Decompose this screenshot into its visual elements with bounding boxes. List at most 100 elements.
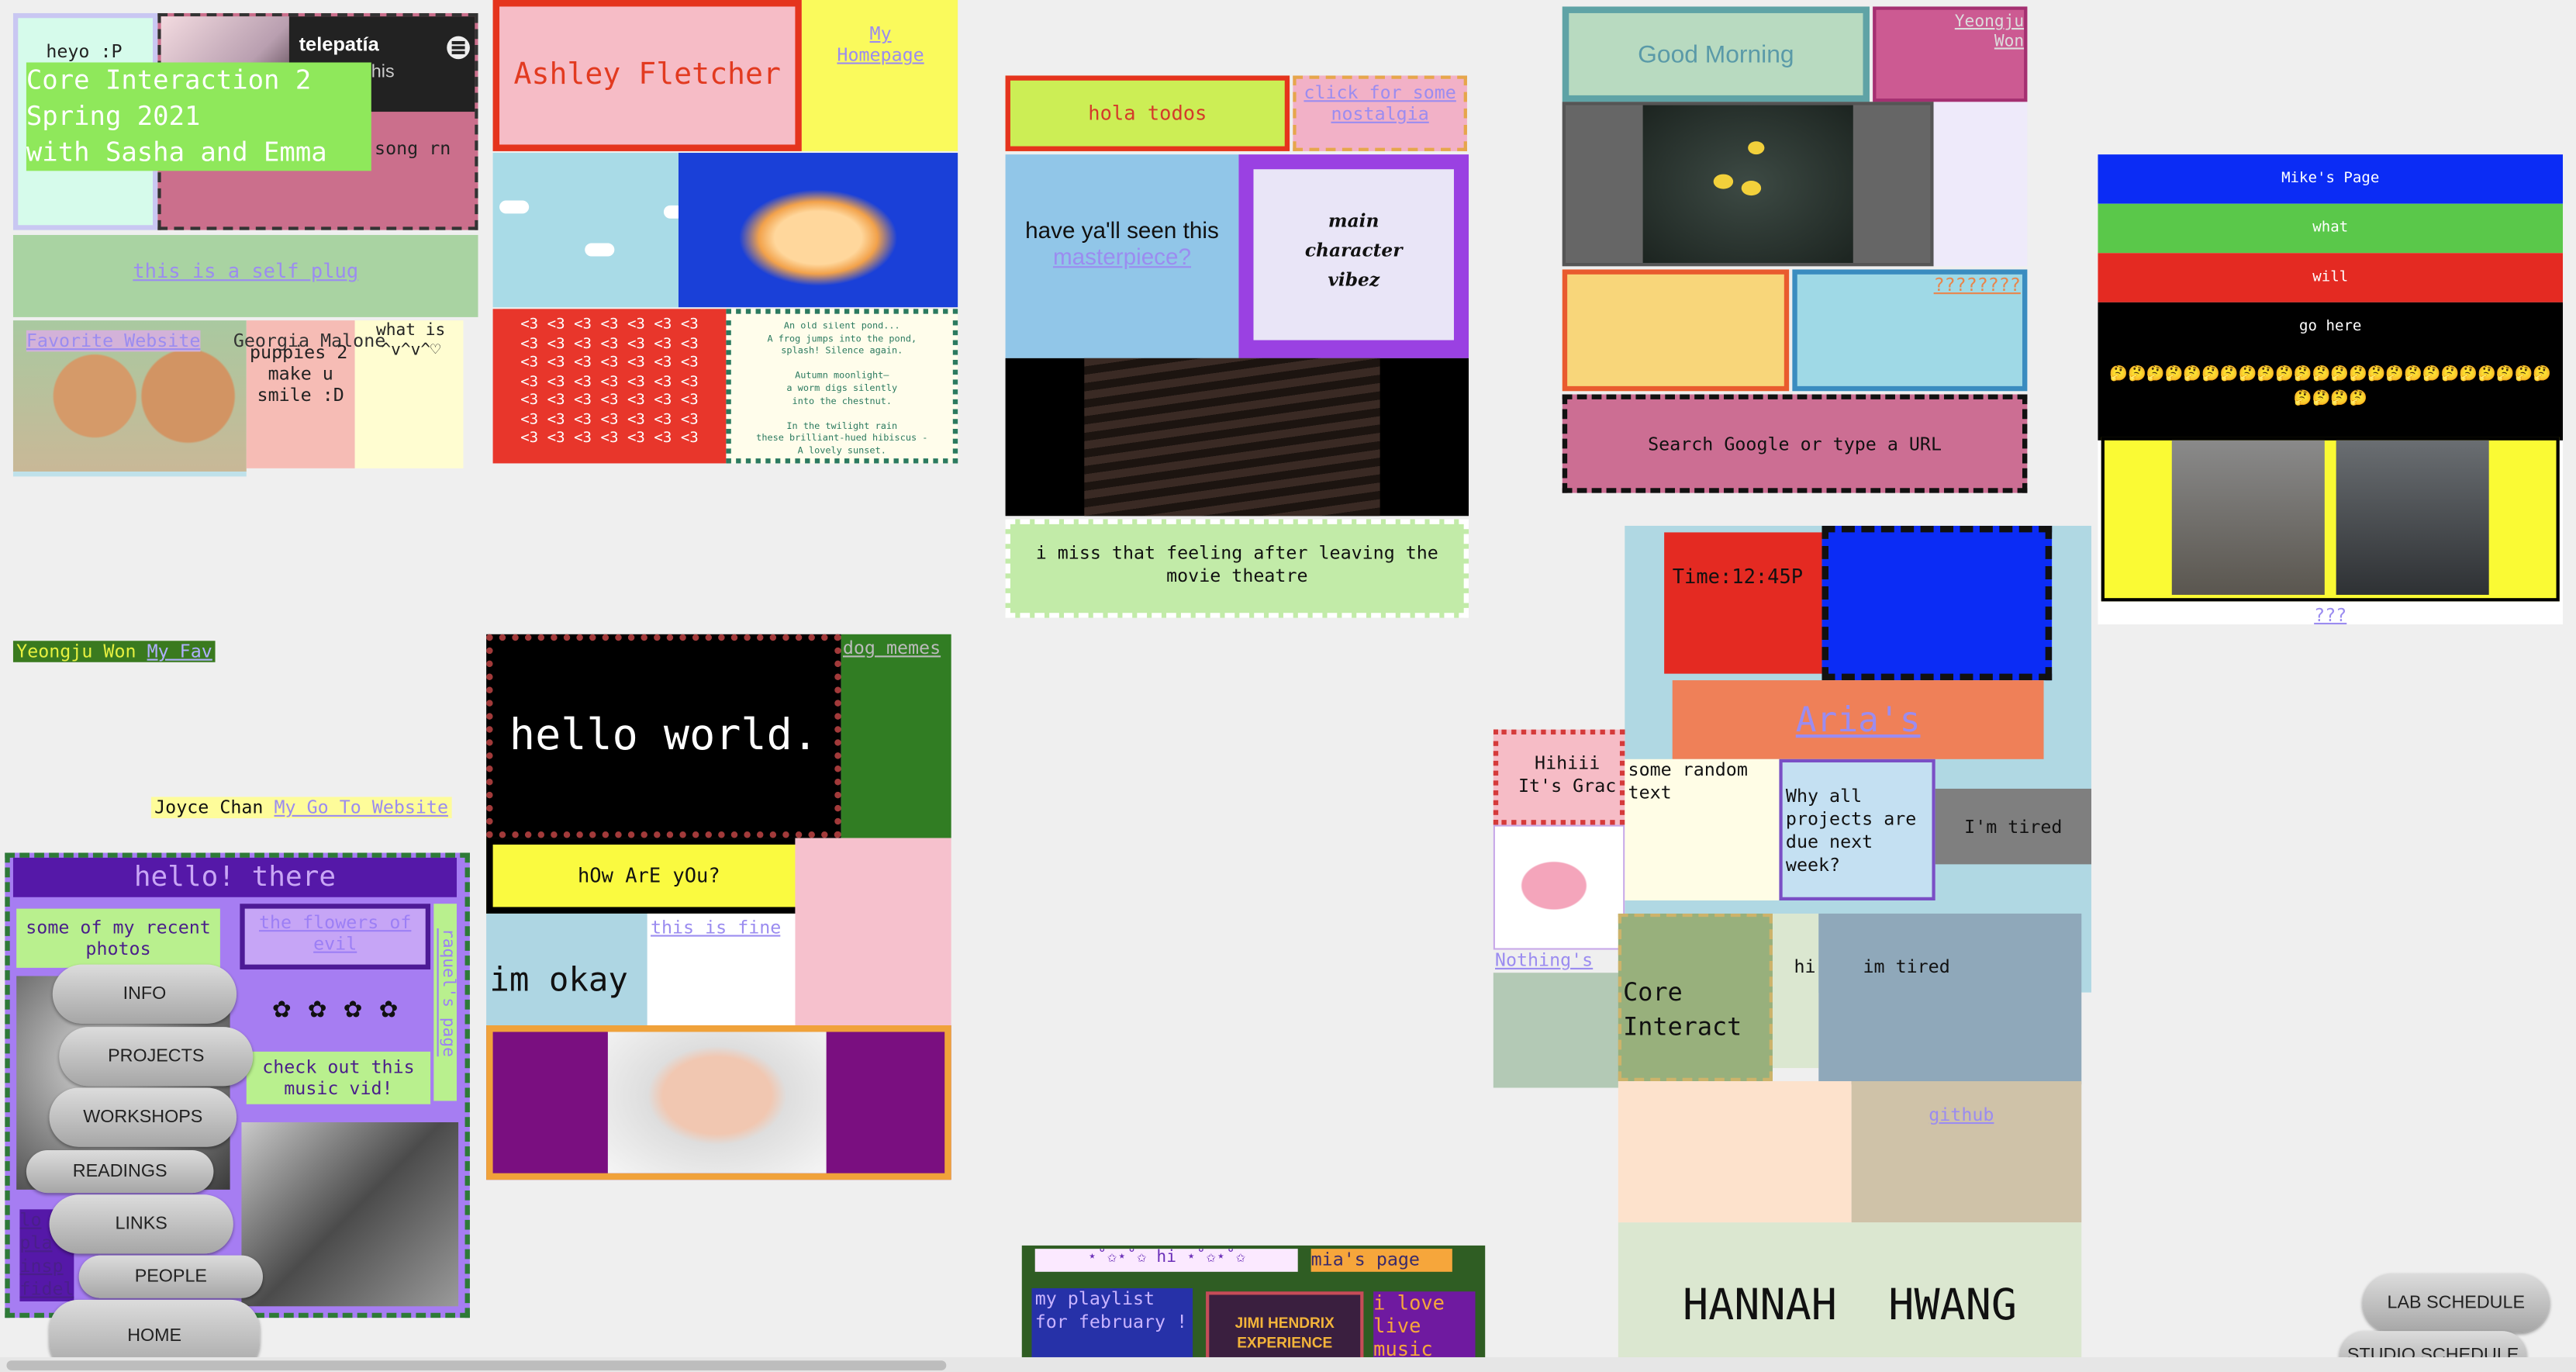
- favorite-website-link[interactable]: Favorite Website: [26, 330, 201, 352]
- seen-label: have ya'll seen this: [1025, 216, 1219, 244]
- nothings-link[interactable]: Nothing's: [1495, 950, 1593, 972]
- hello-world-tile: hello world.: [486, 634, 841, 838]
- homepage-link[interactable]: My Homepage: [821, 23, 940, 66]
- okay-text: im okay: [489, 959, 628, 1000]
- page-canvas: heyo :P telepatía his song rn Core Inter…: [0, 0, 2576, 1372]
- harold-photo: [607, 1032, 827, 1173]
- will-item[interactable]: will: [2098, 253, 2564, 302]
- sky-clouds: [492, 153, 679, 308]
- recent-photos: some of my recent photos: [16, 908, 220, 968]
- duck-icon: [1748, 141, 1765, 155]
- grace-text: Hihiii It's Grac: [1518, 752, 1617, 797]
- hearts-row: <3 <3 <3 <3 <3 <3 <3: [520, 336, 699, 353]
- miss-text: i miss that feeling after leaving the mo…: [1035, 542, 1438, 587]
- monkey-photo: [2171, 440, 2325, 595]
- what-is-text: what is ^v^v^♡: [375, 322, 446, 360]
- hearts-row: <3 <3 <3 <3 <3 <3 <3: [520, 373, 699, 391]
- joyce-name: Joyce Chan: [154, 797, 264, 819]
- spotify-icon[interactable]: [447, 36, 470, 60]
- github-link[interactable]: github: [1929, 1104, 1994, 1126]
- hearts-block: <3 <3 <3 <3 <3 <3 <3 <3 <3 <3 <3 <3 <3 <…: [492, 309, 727, 464]
- mike-page-item[interactable]: Mike's Page: [2098, 154, 2564, 204]
- what-item[interactable]: what: [2098, 203, 2564, 254]
- hearts-row: <3 <3 <3 <3 <3 <3 <3: [520, 392, 699, 410]
- dog-memes-link[interactable]: dog memes: [843, 638, 941, 659]
- monkey-frame: [2101, 437, 2560, 602]
- dog-memes-tile: [841, 634, 951, 838]
- hearts-row: <3 <3 <3 <3 <3 <3 <3: [520, 354, 699, 372]
- flower-icons: ✿ ✿ ✿ ✿: [272, 990, 398, 1026]
- search-box[interactable]: Search Google or type a URL: [1562, 394, 2028, 493]
- hi-stars: ⋆˚✩⋆˚✩ hi ⋆˚✩⋆˚✩: [1034, 1249, 1298, 1272]
- song-rn: song rn: [375, 137, 451, 160]
- album-title: JIMI HENDRIX: [1234, 1314, 1335, 1332]
- random-text: some random text: [1625, 759, 1780, 900]
- peach-tile: [1618, 1081, 1852, 1223]
- go-to-website-link[interactable]: My Go To Website: [275, 797, 449, 819]
- yeongju-name: Yeongju Won: [16, 641, 136, 662]
- emoji-row: 🤔🤔🤔🤔🤔🤔🤔🤔🤔🤔🤔🤔🤔🤔🤔🤔🤔🤔🤔🤔🤔🤔🤔🤔🤔🤔🤔🤔: [2109, 366, 2552, 408]
- my-fav-link[interactable]: My Fav: [147, 641, 212, 662]
- hi-text: hi: [1794, 956, 1816, 978]
- monkey-photo: [2336, 440, 2489, 595]
- tan-tile: [1851, 1081, 2082, 1223]
- poem-text: An old silent pond... A frog jumps into …: [756, 322, 928, 457]
- self-plug-link[interactable]: this is a self plug: [13, 260, 478, 283]
- hearts-row: <3 <3 <3 <3 <3 <3 <3: [520, 430, 699, 448]
- kirby-image: [1507, 844, 1611, 927]
- raquel-link[interactable]: raquel's page: [433, 928, 457, 1057]
- hearts-row: <3 <3 <3 <3 <3 <3 <3: [520, 316, 699, 334]
- pink-tile: [795, 838, 951, 1026]
- nav-links[interactable]: LINKS: [49, 1194, 233, 1254]
- qs-link[interactable]: ????????: [1906, 275, 2021, 296]
- joyce-label: Joyce Chan My Go To Website: [150, 797, 452, 819]
- fine-link[interactable]: this is fine: [651, 917, 781, 938]
- tired2-tile: [1818, 913, 2082, 1085]
- core-text: Core Interact: [1623, 977, 1742, 1042]
- blue-block: [1822, 525, 2053, 681]
- nostalgia-link[interactable]: click for some nostalgia: [1298, 82, 1462, 125]
- duck-icon: [1741, 181, 1762, 196]
- aria-link[interactable]: Aria's: [1673, 700, 2044, 740]
- how-are-you: hOw ArE yOu?: [486, 838, 812, 914]
- goldfish-image: [678, 153, 958, 308]
- scrollbar-thumb[interactable]: [6, 1360, 947, 1370]
- tired-text: I'm tired: [1935, 788, 2091, 865]
- cloud-icon: [499, 200, 530, 214]
- music-photo: [241, 1122, 459, 1307]
- music-vid[interactable]: check out this music vid!: [246, 1051, 431, 1104]
- hi-tile: [1772, 913, 1819, 1069]
- go-here-item[interactable]: go here: [2098, 319, 2563, 335]
- masterpiece-link[interactable]: masterpiece?: [1015, 244, 1228, 270]
- lab-schedule-button[interactable]: LAB SCHEDULE: [2362, 1273, 2550, 1333]
- pond-side: [1933, 102, 2028, 267]
- morning-tile: Good Morning: [1562, 6, 1870, 102]
- nav-projects[interactable]: PROJECTS: [59, 1027, 254, 1087]
- why-text: Why all projects are due next week?: [1779, 759, 1935, 900]
- mia-page-link[interactable]: mia's page: [1310, 1249, 1452, 1272]
- nav-people[interactable]: PEOPLE: [78, 1255, 263, 1298]
- time-display: Time:12:45P: [1672, 565, 1804, 589]
- seen-text: have ya'll seen this masterpiece?: [1015, 217, 1228, 270]
- hearts-row: <3 <3 <3 <3 <3 <3 <3: [520, 411, 699, 428]
- nav-readings[interactable]: READINGS: [26, 1150, 214, 1194]
- nav-info[interactable]: INFO: [52, 964, 237, 1024]
- hannah-name: HANNAH HWANG: [1682, 1281, 2018, 1332]
- heyo-text: heyo :P: [46, 40, 123, 63]
- yeongju-link[interactable]: Yeongju Won: [1919, 13, 2024, 53]
- cloud-icon: [585, 243, 615, 257]
- flowers-link[interactable]: the flowers of evil: [247, 912, 424, 955]
- sage-tile: [1493, 973, 1625, 1088]
- yellow-tile: [1562, 269, 1790, 392]
- album-subtitle: EXPERIENCE: [1237, 1334, 1333, 1351]
- theatre-image: [1084, 358, 1380, 517]
- mike-qs-link[interactable]: ???: [2098, 605, 2563, 627]
- ashley-name: Ashley Fletcher: [513, 57, 781, 92]
- nav-workshops[interactable]: WORKSHOPS: [49, 1087, 237, 1147]
- hola-tile: hola todos: [1005, 75, 1290, 151]
- puppies-text: puppies 2 all make u smile :D: [250, 341, 348, 406]
- tired2-text: im tired: [1863, 956, 1950, 978]
- time-tile: [1664, 532, 1822, 674]
- yeongju-label: Yeongju Won My Fav: [12, 641, 216, 662]
- song-title: telepatía: [299, 33, 379, 57]
